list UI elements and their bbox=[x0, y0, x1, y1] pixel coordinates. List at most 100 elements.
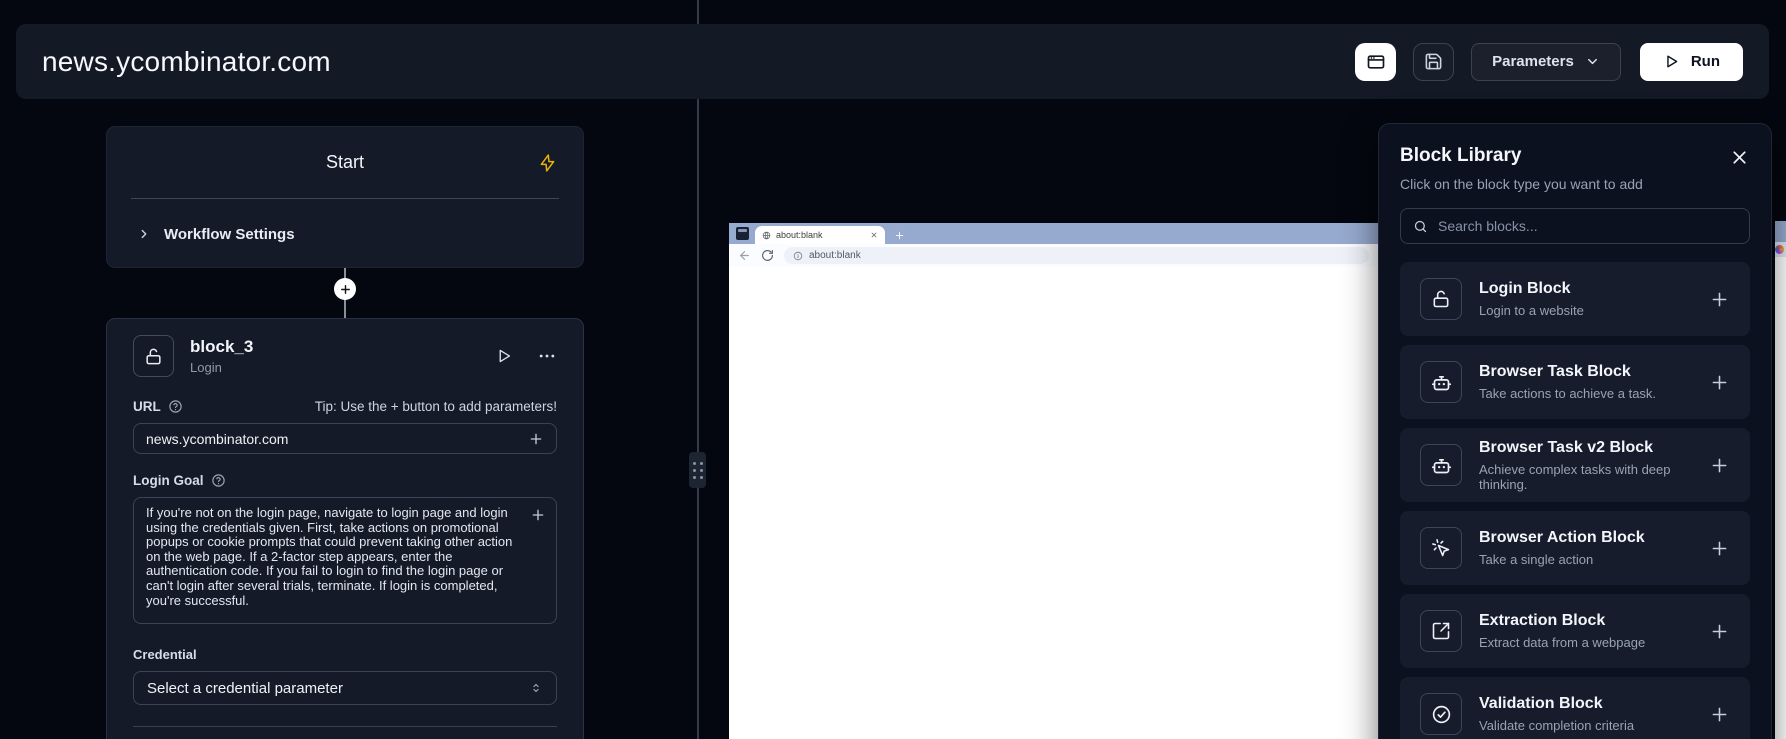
close-tab-icon[interactable] bbox=[870, 231, 878, 239]
block-library-item[interactable]: Browser Action Block Take a single actio… bbox=[1400, 511, 1750, 585]
credential-select[interactable]: Select a credential parameter bbox=[133, 671, 557, 705]
parameters-button-label: Parameters bbox=[1492, 53, 1574, 70]
login-goal-textarea[interactable]: If you're not on the login page, navigat… bbox=[134, 498, 556, 623]
start-node[interactable]: Start Workflow Settings bbox=[106, 126, 584, 268]
search-icon bbox=[1413, 219, 1428, 234]
credential-select-value: Select a credential parameter bbox=[147, 680, 343, 697]
run-button-label: Run bbox=[1691, 53, 1720, 70]
block-item-title: Browser Action Block bbox=[1479, 529, 1692, 547]
search-blocks-input[interactable] bbox=[1438, 218, 1737, 234]
cursor-click-icon bbox=[1420, 527, 1462, 569]
login-goal-label: Login Goal bbox=[133, 473, 204, 488]
block-library-item[interactable]: Validation Block Validate completion cri… bbox=[1400, 677, 1750, 739]
app-window-icon bbox=[1366, 52, 1386, 72]
block-actions bbox=[495, 346, 557, 366]
add-url-parameter-button[interactable] bbox=[528, 431, 544, 447]
add-block-button[interactable] bbox=[1709, 621, 1730, 642]
background-tab-strip bbox=[1775, 221, 1786, 242]
app-window: news.ycombinator.com Parameters bbox=[0, 0, 1786, 739]
back-icon[interactable] bbox=[738, 249, 751, 262]
workflow-title: news.ycombinator.com bbox=[42, 46, 331, 78]
run-block-button[interactable] bbox=[495, 347, 513, 365]
add-block-button[interactable] bbox=[1709, 289, 1730, 310]
browser-tab[interactable]: about:blank bbox=[755, 226, 885, 244]
add-block-button[interactable] bbox=[1709, 372, 1730, 393]
grip-dots-icon bbox=[693, 462, 703, 479]
block-header: block_3 Login bbox=[133, 335, 557, 377]
help-circle-icon[interactable] bbox=[211, 473, 226, 488]
block-library-item[interactable]: Login Block Login to a website bbox=[1400, 262, 1750, 336]
favicon-icon bbox=[1775, 245, 1784, 254]
robot-icon bbox=[1420, 361, 1462, 403]
block-library-item[interactable]: Browser Task Block Take actions to achie… bbox=[1400, 345, 1750, 419]
block-search-box bbox=[1400, 208, 1750, 244]
browser-preview: about:blank about:blank bbox=[729, 223, 1378, 739]
close-icon[interactable] bbox=[1729, 147, 1750, 168]
login-block-node[interactable]: block_3 Login URL Tip: Use the + button … bbox=[106, 318, 584, 739]
block-library-item[interactable]: Browser Task v2 Block Achieve complex ta… bbox=[1400, 428, 1750, 502]
run-button[interactable]: Run bbox=[1640, 43, 1743, 81]
background-window-edge bbox=[1775, 221, 1786, 739]
block-type-label: Login bbox=[190, 360, 253, 375]
block-library-item[interactable]: Extraction Block Extract data from a web… bbox=[1400, 594, 1750, 668]
save-button[interactable] bbox=[1413, 43, 1454, 81]
address-bar-url: about:blank bbox=[809, 250, 861, 261]
url-label-group: URL bbox=[133, 399, 183, 414]
browser-tab-strip: about:blank bbox=[729, 223, 1378, 244]
url-label-row: URL Tip: Use the + button to add paramet… bbox=[133, 399, 557, 414]
block-title-group: block_3 Login bbox=[190, 337, 253, 375]
block-library-list: Login Block Login to a website Browser T… bbox=[1400, 262, 1750, 739]
block-item-title: Login Block bbox=[1479, 280, 1692, 298]
chevron-right-icon bbox=[137, 227, 151, 241]
export-icon bbox=[1420, 610, 1462, 652]
play-icon bbox=[1663, 53, 1680, 70]
block-item-description: Take a single action bbox=[1479, 552, 1692, 567]
chevrons-up-down-icon bbox=[529, 681, 543, 695]
url-input[interactable] bbox=[146, 431, 528, 447]
help-circle-icon[interactable] bbox=[168, 399, 183, 414]
block-menu-button[interactable] bbox=[537, 346, 557, 366]
login-goal-box: If you're not on the login page, navigat… bbox=[133, 497, 557, 624]
check-circle-icon bbox=[1420, 693, 1462, 735]
block-item-description: Login to a website bbox=[1479, 303, 1692, 318]
add-block-button[interactable] bbox=[1709, 538, 1730, 559]
block-item-title: Browser Task Block bbox=[1479, 363, 1692, 381]
save-icon bbox=[1424, 52, 1443, 71]
add-block-node-button[interactable] bbox=[334, 278, 356, 300]
webpage-content bbox=[729, 267, 1378, 739]
workflow-settings-toggle[interactable]: Workflow Settings bbox=[107, 199, 583, 269]
block-item-description: Achieve complex tasks with deep thinking… bbox=[1479, 462, 1692, 492]
divider-drag-handle[interactable] bbox=[689, 452, 706, 488]
block-item-description: Extract data from a webpage bbox=[1479, 635, 1692, 650]
refresh-icon[interactable] bbox=[761, 249, 774, 262]
robot-icon bbox=[1420, 444, 1462, 486]
globe-icon bbox=[762, 231, 771, 240]
parameters-tip: Tip: Use the + button to add parameters! bbox=[315, 399, 557, 414]
canvas-split-divider[interactable] bbox=[697, 0, 699, 739]
url-label: URL bbox=[133, 399, 161, 414]
tab-title: about:blank bbox=[776, 230, 865, 240]
browser-panel-button[interactable] bbox=[1355, 43, 1396, 81]
block-library-header: Block Library bbox=[1400, 145, 1750, 168]
start-node-title: Start bbox=[326, 152, 364, 173]
chevron-down-icon bbox=[1585, 54, 1600, 69]
block-item-description: Validate completion criteria bbox=[1479, 718, 1692, 733]
block-item-description: Take actions to achieve a task. bbox=[1479, 386, 1692, 401]
plus-icon bbox=[339, 283, 352, 296]
top-bar-actions: Parameters Run bbox=[1355, 43, 1743, 81]
block-item-title: Browser Task v2 Block bbox=[1479, 439, 1692, 457]
window-controls-icon bbox=[736, 227, 749, 240]
add-block-button[interactable] bbox=[1709, 455, 1730, 476]
top-bar: news.ycombinator.com Parameters bbox=[16, 24, 1769, 99]
login-goal-label-group: Login Goal bbox=[133, 473, 557, 488]
parameters-button[interactable]: Parameters bbox=[1471, 43, 1621, 81]
new-tab-icon[interactable] bbox=[894, 230, 905, 241]
zap-icon bbox=[538, 153, 557, 172]
block-item-title: Extraction Block bbox=[1479, 612, 1692, 630]
block-name: block_3 bbox=[190, 337, 253, 357]
add-goal-parameter-button[interactable] bbox=[530, 507, 546, 523]
add-block-button[interactable] bbox=[1709, 704, 1730, 725]
start-node-header: Start bbox=[107, 127, 583, 198]
address-bar[interactable]: about:blank bbox=[784, 247, 1369, 264]
background-page bbox=[1775, 257, 1786, 739]
